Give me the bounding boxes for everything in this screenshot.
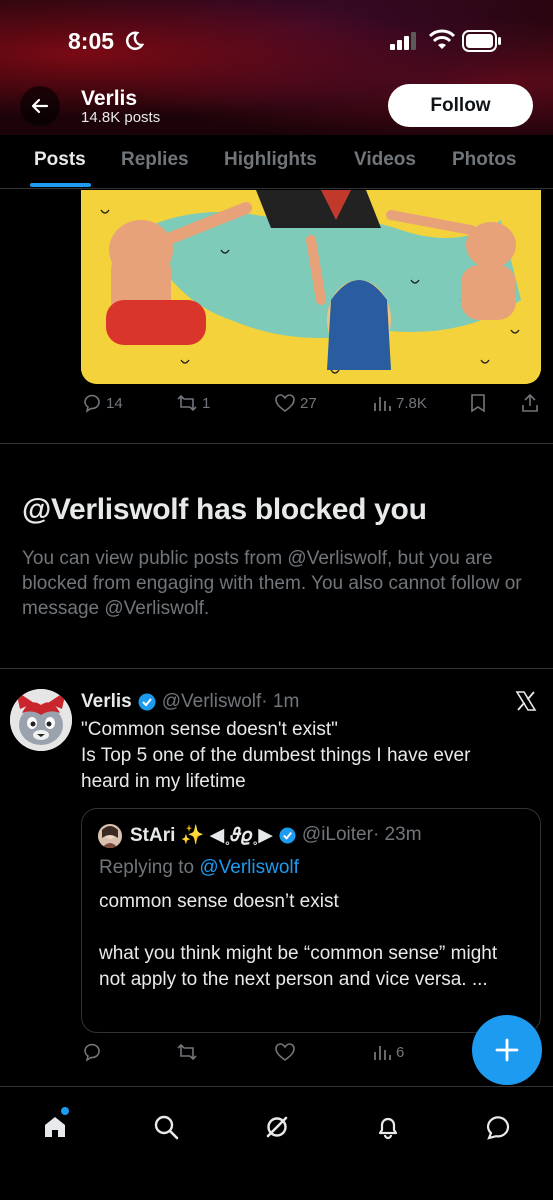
verified-icon	[279, 826, 296, 844]
tweet-actions: 6	[0, 1042, 553, 1072]
bookmark-action[interactable]	[469, 393, 487, 413]
wifi-icon	[428, 29, 456, 49]
quote-body-paragraph: what you think might be “common sense” m…	[99, 943, 498, 990]
cellular-signal-icon	[390, 32, 416, 50]
share-action[interactable]	[520, 393, 540, 413]
quote-time: · 23m	[372, 824, 422, 845]
views-icon	[374, 397, 391, 411]
profile-posts-count: 14.8K posts	[81, 109, 161, 126]
avatar	[98, 824, 122, 848]
profile-name: Verlis	[81, 87, 138, 110]
notifications-icon	[378, 1117, 398, 1140]
back-button[interactable]	[20, 86, 60, 126]
tab-posts[interactable]: Posts	[34, 149, 86, 171]
quote-body: common sense doesn’t exist what you thin…	[99, 889, 519, 993]
quoted-tweet[interactable]: StAri ✨ ◀︎˳𝜗𝜚˳▶︎ @iLoiter · 23m Replying…	[81, 808, 541, 1033]
status-bar: 8:05	[0, 0, 553, 80]
reply-icon	[84, 1043, 100, 1062]
like-action[interactable]	[274, 1042, 296, 1062]
views-count: 6	[396, 1043, 405, 1061]
quote-author-name: StAri ✨ ◀︎˳𝜗𝜚˳▶︎	[130, 825, 273, 846]
divider	[0, 443, 553, 444]
home-icon	[45, 1117, 65, 1137]
like-icon	[275, 1043, 295, 1061]
quote-replying-to: Replying to @Verliswolf	[99, 857, 299, 879]
views-action[interactable]: 7.8K	[372, 393, 427, 413]
nav-notifications[interactable]	[370, 1109, 406, 1145]
reply-action[interactable]: 14	[82, 393, 123, 413]
repost-icon	[177, 394, 197, 412]
share-icon	[522, 393, 538, 412]
tweet-header: Verlis @Verliswolf · 1m	[81, 690, 299, 714]
reply-action[interactable]	[82, 1042, 102, 1062]
bookmark-icon	[471, 394, 485, 413]
tab-replies[interactable]: Replies	[121, 149, 189, 171]
reply-count: 14	[106, 394, 123, 412]
profile-topbar: Verlis 14.8K posts Follow	[0, 84, 553, 134]
replying-prefix: Replying to	[99, 857, 200, 878]
tab-videos[interactable]: Videos	[354, 149, 416, 171]
nav-search[interactable]	[148, 1109, 184, 1145]
blocked-notice-text: You can view public posts from @Verliswo…	[22, 548, 522, 619]
quote-author-handle: @iLoiter	[301, 824, 373, 845]
nav-grok[interactable]	[259, 1109, 295, 1145]
moon-icon	[125, 31, 144, 50]
tweet-text-line: Is Top 5 one of the dumbest things I hav…	[81, 745, 471, 792]
reply-icon	[84, 394, 100, 413]
like-action[interactable]: 27	[274, 393, 317, 413]
quote-header: StAri ✨ ◀︎˳𝜗𝜚˳▶︎ @iLoiter · 23m	[130, 823, 422, 847]
repost-icon	[177, 1043, 197, 1061]
grok-icon	[266, 1116, 288, 1138]
repost-action[interactable]	[176, 1042, 198, 1062]
views-icon	[374, 1046, 391, 1060]
tweet-author-handle[interactable]: @Verliswolf	[162, 691, 262, 713]
messages-icon	[486, 1116, 510, 1140]
compose-plus-icon	[495, 1038, 519, 1062]
search-icon	[154, 1115, 179, 1140]
back-arrow-icon	[31, 98, 49, 114]
battery-icon	[462, 30, 501, 52]
repost-count: 1	[202, 394, 211, 412]
active-tab-indicator	[30, 183, 91, 187]
status-time: 8:05	[68, 28, 115, 54]
tab-highlights[interactable]: Highlights	[224, 149, 317, 171]
post-media-image[interactable]	[81, 190, 541, 384]
repost-action[interactable]: 1	[176, 393, 210, 413]
views-count: 7.8K	[396, 394, 427, 412]
tab-photos[interactable]: Photos	[452, 149, 516, 171]
views-action[interactable]: 6	[372, 1042, 404, 1062]
profile-tabs: Posts Replies Highlights Videos Photos	[0, 135, 553, 189]
tweet-author-name[interactable]: Verlis	[81, 691, 132, 713]
like-count: 27	[300, 394, 317, 412]
avatar[interactable]	[10, 689, 72, 751]
like-icon	[275, 394, 295, 412]
nav-messages[interactable]	[480, 1109, 516, 1145]
nav-home[interactable]	[37, 1109, 73, 1145]
replying-to-link[interactable]: @Verliswolf	[199, 857, 299, 878]
quote-body-paragraph: common sense doesn’t exist	[99, 891, 339, 912]
follow-button[interactable]: Follow	[388, 84, 533, 127]
post-actions: 14 1 27 7.8K	[0, 393, 553, 423]
notification-dot	[61, 1107, 69, 1115]
tweet-text-line: "Common sense doesn't exist"	[81, 719, 338, 740]
bottom-navigation	[0, 1086, 553, 1200]
tweet-text: "Common sense doesn't exist" Is Top 5 on…	[81, 717, 521, 795]
x-logo-icon	[515, 691, 537, 711]
verified-icon	[138, 693, 156, 711]
compose-button[interactable]	[472, 1015, 542, 1085]
divider	[0, 668, 553, 669]
blocked-notice-title: @Verliswolf has blocked you	[22, 493, 427, 526]
tweet-time: · 1m	[261, 691, 300, 712]
